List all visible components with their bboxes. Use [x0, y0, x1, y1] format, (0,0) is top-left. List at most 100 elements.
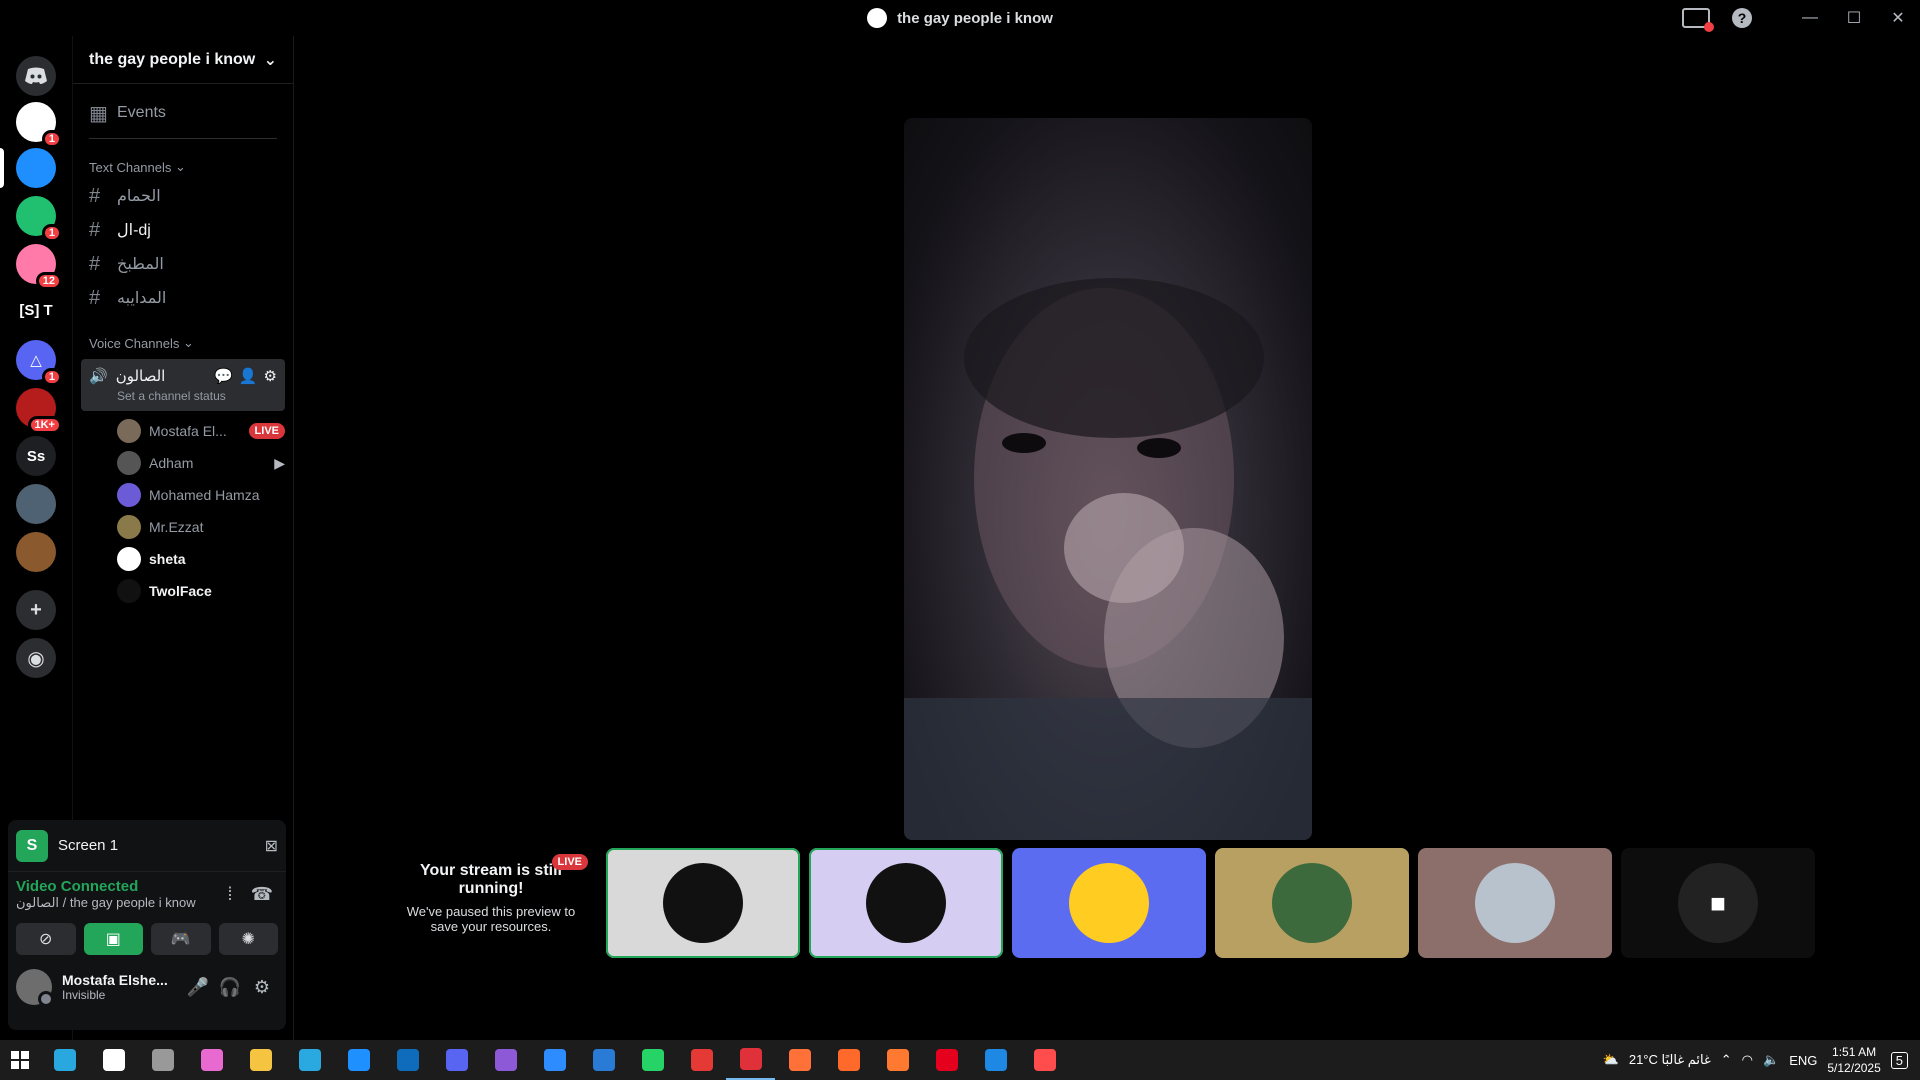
server-icon-9[interactable] — [16, 484, 56, 524]
channel-status[interactable]: Set a channel status — [89, 389, 277, 407]
user-status: Invisible — [62, 988, 106, 1002]
minimize-button[interactable]: — — [1788, 0, 1832, 36]
taskbar-app-icon[interactable] — [285, 1040, 334, 1080]
taskbar-app-icon[interactable] — [138, 1040, 187, 1080]
taskbar-app-icon[interactable] — [824, 1040, 873, 1080]
noise-suppression-icon[interactable]: ⁞ — [214, 884, 246, 905]
taskbar-app-icon[interactable] — [383, 1040, 432, 1080]
soundboard-button[interactable]: ✺ — [218, 923, 278, 955]
screen-share-button[interactable]: ▣ — [83, 923, 143, 955]
close-button[interactable]: ✕ — [1876, 0, 1920, 36]
main-video-feed[interactable] — [904, 118, 1312, 840]
text-channel[interactable]: # المدايبه — [73, 281, 293, 315]
voice-channel[interactable]: 🔊 الصالون 💬 👤 ⚙ Set a channel status — [81, 359, 285, 411]
voice-member[interactable]: Mohamed Hamza — [73, 479, 293, 511]
chat-icon[interactable]: 💬 — [214, 367, 233, 385]
start-button[interactable] — [0, 1040, 40, 1080]
events-item[interactable]: ▦ Events — [73, 96, 293, 130]
avatar[interactable] — [16, 969, 54, 1007]
home-button[interactable] — [16, 56, 56, 96]
explore-button[interactable]: ◉ — [16, 638, 56, 678]
activity-button[interactable]: 🎮 — [151, 923, 211, 955]
disconnect-icon[interactable]: ☎ — [246, 884, 278, 905]
app-icon — [396, 1049, 419, 1071]
text-channels-category[interactable]: Text Channels ⌄ — [73, 155, 293, 179]
server-icon — [867, 8, 888, 28]
participant-tile[interactable] — [809, 848, 1003, 958]
camera-off-button[interactable]: ⊘ — [16, 923, 76, 955]
taskbar-app-icon[interactable] — [677, 1040, 726, 1080]
vc-sub[interactable]: الصالون / the gay people i know — [16, 895, 214, 911]
lang-indicator[interactable]: ENG — [1789, 1053, 1817, 1068]
taskbar-app-icon[interactable] — [1020, 1040, 1069, 1080]
user-name[interactable]: Mostafa Elshe... — [62, 972, 182, 988]
taskbar-app-icon[interactable] — [775, 1040, 824, 1080]
taskbar-app-icon[interactable] — [40, 1040, 89, 1080]
server-icon-1[interactable]: 1 — [16, 102, 62, 148]
divider — [89, 138, 277, 139]
maximize-button[interactable]: ☐ — [1832, 0, 1876, 36]
chevron-up-icon[interactable]: ⌃ — [1721, 1052, 1732, 1068]
server-icon-2[interactable] — [16, 148, 56, 188]
text-channel[interactable]: # ال-dj — [73, 213, 293, 247]
stop-stream-icon[interactable]: ⊠ — [265, 836, 278, 856]
voice-member[interactable]: Adham ▶ — [73, 447, 293, 479]
avatar: ■ — [1678, 863, 1758, 943]
server-icon-7[interactable]: 1K+ — [16, 388, 62, 434]
gear-icon[interactable]: ⚙ — [246, 977, 278, 998]
participant-tile[interactable] — [1418, 848, 1612, 958]
participant-tile[interactable]: ■ — [1621, 848, 1815, 958]
taskbar-app-icon[interactable] — [579, 1040, 628, 1080]
mention-badge: 1K+ — [27, 416, 62, 434]
text-channel[interactable]: # الحمام — [73, 179, 293, 213]
volume-icon[interactable]: 🔈 — [1763, 1052, 1779, 1068]
guild-header[interactable]: the gay people i know ⌄ — [73, 36, 293, 84]
notification-icon[interactable]: 5 — [1890, 1051, 1908, 1069]
taskbar-app-icon[interactable] — [628, 1040, 677, 1080]
server-icon-8[interactable]: Ss — [16, 436, 56, 476]
taskbar-app-icon[interactable] — [481, 1040, 530, 1080]
gear-icon[interactable]: ⚙ — [264, 367, 277, 385]
wifi-icon[interactable]: ◠ — [1742, 1052, 1753, 1068]
member-name: Mostafa El... — [149, 423, 227, 439]
app-icon — [690, 1049, 713, 1071]
taskbar-app-icon[interactable] — [922, 1040, 971, 1080]
invite-icon[interactable]: 👤 — [239, 367, 258, 385]
taskbar-app-icon[interactable] — [432, 1040, 481, 1080]
clock[interactable]: 1:51 AM 5/12/2025 — [1827, 1044, 1880, 1076]
taskbar-app-icon[interactable] — [530, 1040, 579, 1080]
voice-channels-category[interactable]: Voice Channels ⌄ — [73, 331, 293, 355]
server-icon-6[interactable]: △ 1 — [16, 340, 62, 386]
text-channel[interactable]: # المطبخ — [73, 247, 293, 281]
taskbar-app-icon[interactable] — [89, 1040, 138, 1080]
microphone-icon[interactable]: 🎤 — [182, 977, 214, 998]
taskbar-app-icon[interactable] — [726, 1040, 775, 1080]
taskbar-app-icon[interactable] — [873, 1040, 922, 1080]
server-icon-5[interactable]: [S] T — [16, 290, 56, 330]
server-icon-10[interactable] — [16, 532, 56, 572]
screen-label: Screen 1 — [58, 837, 119, 854]
hash-icon: # — [89, 286, 101, 309]
taskbar-app-icon[interactable] — [236, 1040, 285, 1080]
participant-tile[interactable] — [1215, 848, 1409, 958]
taskbar-app-icon[interactable] — [971, 1040, 1020, 1080]
taskbar-app-icon[interactable] — [334, 1040, 383, 1080]
avatar — [1475, 863, 1555, 943]
weather-text[interactable]: 21°C غائم غالبًا — [1629, 1052, 1711, 1068]
speaker-icon: 🔊 — [89, 368, 108, 385]
participant-tile[interactable] — [1012, 848, 1206, 958]
inbox-icon[interactable] — [1682, 8, 1714, 32]
headphones-icon[interactable]: 🎧 — [214, 977, 246, 998]
vc-title[interactable]: Video Connected — [16, 878, 214, 895]
member-name: sheta — [149, 551, 186, 567]
taskbar-app-icon[interactable] — [187, 1040, 236, 1080]
add-server-button[interactable]: + — [16, 590, 56, 630]
voice-member[interactable]: Mostafa El... LIVE — [73, 415, 293, 447]
voice-member[interactable]: Mr.Ezzat — [73, 511, 293, 543]
participant-tile[interactable] — [606, 848, 800, 958]
server-icon-3[interactable]: 1 — [16, 196, 62, 242]
voice-member[interactable]: TwolFace — [73, 575, 293, 607]
help-icon[interactable]: ? — [1732, 8, 1752, 28]
server-icon-4[interactable]: 12 — [16, 244, 62, 290]
voice-member[interactable]: sheta — [73, 543, 293, 575]
